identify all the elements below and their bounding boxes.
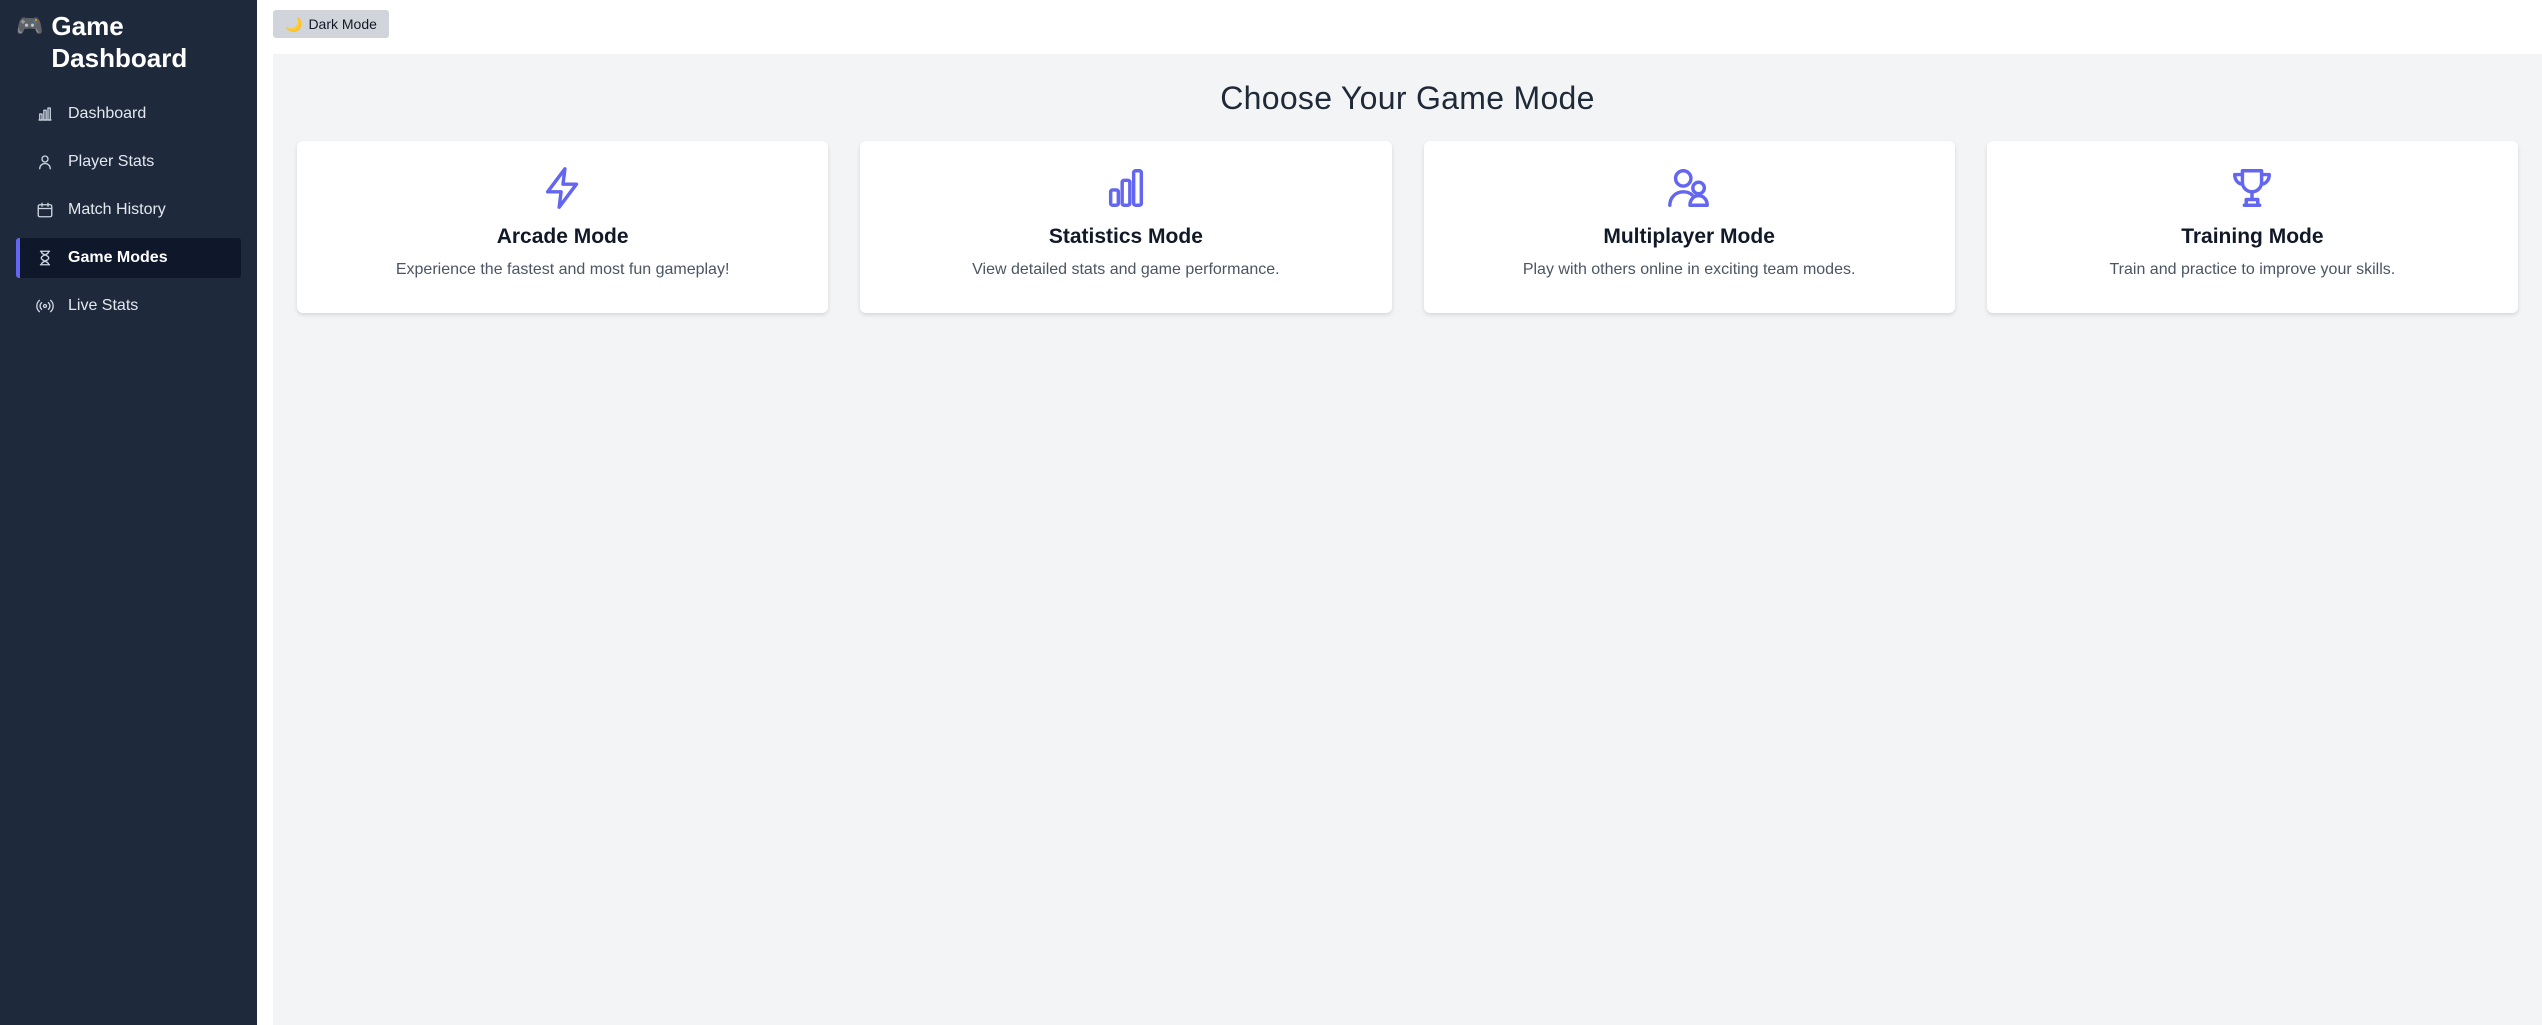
game-mode-cards: Arcade Mode Experience the fastest and m…: [297, 141, 2518, 313]
sidebar-item-label: Game Modes: [68, 249, 168, 266]
card-multiplayer-mode[interactable]: Multiplayer Mode Play with others online…: [1423, 141, 1955, 313]
main-area: 🌙 Dark Mode Choose Your Game Mode Arcade…: [257, 0, 2542, 1025]
card-title: Arcade Mode: [496, 225, 629, 248]
sidebar: 🎮 Game Dashboard Dashboard Player Stats …: [0, 0, 257, 1025]
user-icon: [39, 155, 51, 170]
users-icon: [1668, 169, 1710, 207]
sidebar-nav: Dashboard Player Stats Match History Gam…: [0, 94, 257, 326]
bar-chart-icon: [38, 107, 52, 121]
calendar-icon: [37, 202, 53, 218]
sidebar-item-label: Live Stats: [68, 297, 139, 314]
trophy-icon: [2233, 169, 2272, 207]
card-statistics-mode[interactable]: Statistics Mode View detailed stats and …: [860, 141, 1392, 313]
sidebar-item-label: Dashboard: [68, 105, 147, 122]
card-arcade-mode[interactable]: Arcade Mode Experience the fastest and m…: [297, 141, 829, 313]
card-description: View detailed stats and game performance…: [972, 261, 1280, 278]
page-title: Choose Your Game Mode: [1220, 80, 1595, 116]
sidebar-item-dashboard[interactable]: Dashboard: [16, 94, 241, 134]
card-title: Training Mode: [2181, 225, 2324, 248]
brand-title: Game Dashboard: [51, 11, 188, 73]
content-panel: Choose Your Game Mode Arcade Mode Experi…: [273, 54, 2542, 1025]
dark-mode-label: Dark Mode: [308, 16, 377, 32]
sidebar-item-label: Match History: [68, 201, 166, 218]
lightning-icon: [545, 167, 578, 209]
app-root: 🎮 Game Dashboard Dashboard Player Stats …: [0, 0, 2542, 1025]
card-description: Train and practice to improve your skill…: [2109, 261, 2396, 278]
topbar: 🌙 Dark Mode: [257, 0, 2542, 54]
card-title: Statistics Mode: [1048, 225, 1203, 248]
card-description: Play with others online in exciting team…: [1522, 261, 1856, 278]
card-training-mode[interactable]: Training Mode Train and practice to impr…: [1986, 141, 2518, 313]
card-title: Multiplayer Mode: [1603, 225, 1775, 248]
bar-chart-icon: [1108, 169, 1143, 207]
brand: 🎮 Game Dashboard: [0, 10, 257, 74]
dark-mode-button[interactable]: 🌙 Dark Mode: [273, 10, 389, 38]
sidebar-item-label: Player Stats: [68, 153, 155, 170]
gamepad-icon: 🎮: [16, 13, 44, 38]
sidebar-item-game-modes[interactable]: Game Modes: [16, 238, 241, 278]
card-description: Experience the fastest and most fun game…: [395, 261, 730, 278]
hourglass-icon: [39, 250, 51, 266]
broadcast-icon: [36, 299, 54, 313]
moon-icon: 🌙: [285, 15, 303, 32]
sidebar-item-player-stats[interactable]: Player Stats: [16, 142, 241, 182]
sidebar-item-live-stats[interactable]: Live Stats: [16, 286, 241, 326]
sidebar-item-match-history[interactable]: Match History: [16, 190, 241, 230]
